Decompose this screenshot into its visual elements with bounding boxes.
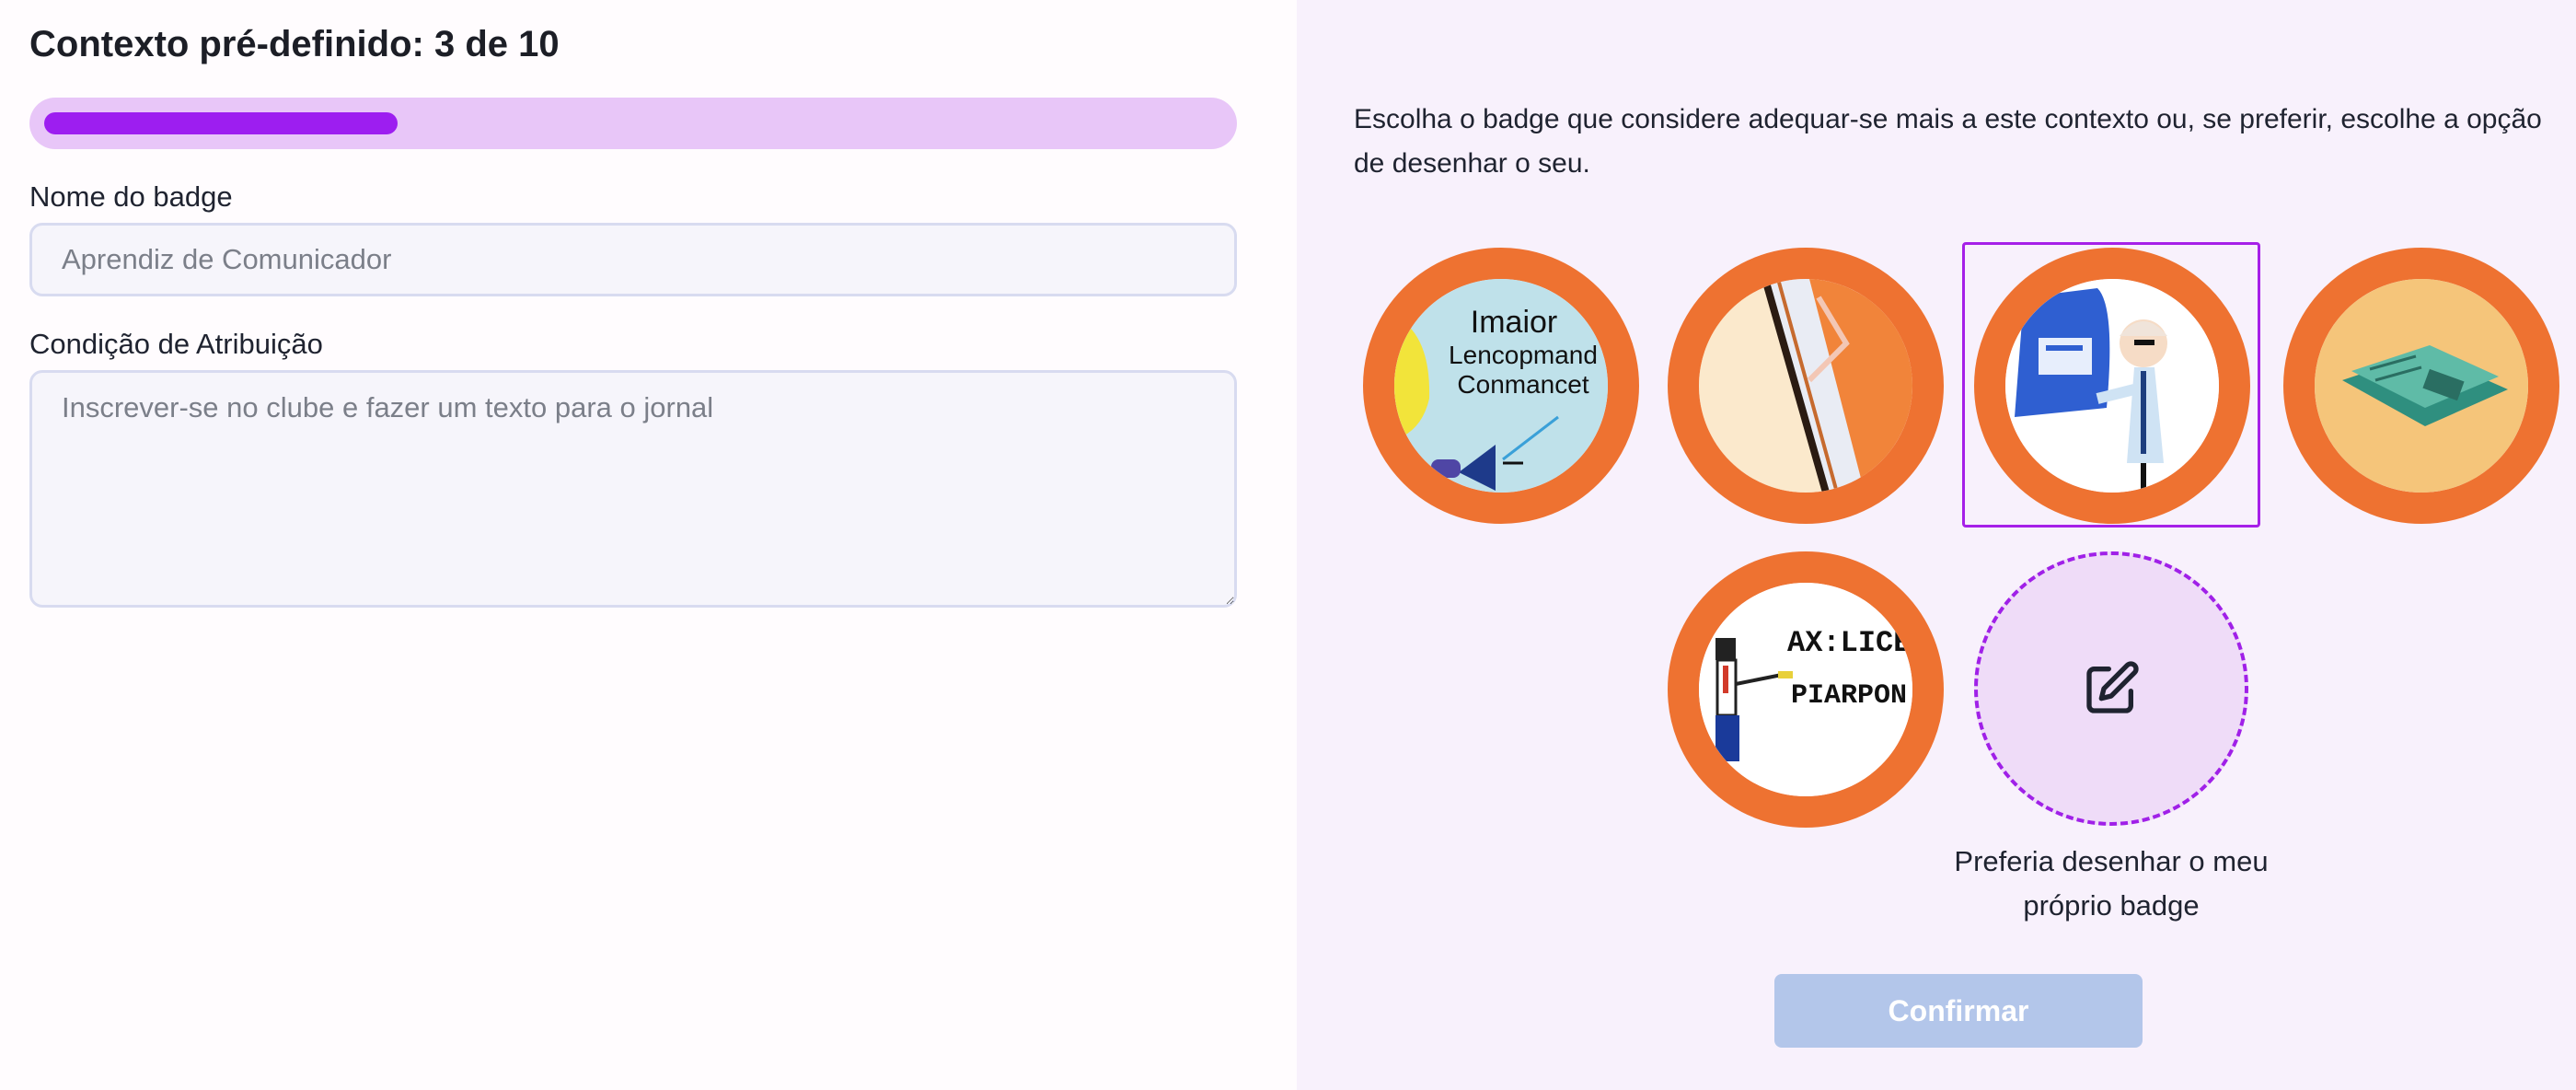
selected-badge-frame xyxy=(1962,242,2260,528)
attribution-condition-textarea[interactable] xyxy=(29,370,1237,608)
page-title: Contexto pré-definido: 3 de 10 xyxy=(29,24,560,64)
badge-name-label: Nome do badge xyxy=(29,180,233,213)
badge-chooser-panel: Escolha o badge que considere adequar-se… xyxy=(1297,0,2576,1090)
attribution-condition-label: Condição de Atribuição xyxy=(29,328,323,360)
confirm-button[interactable]: Confirmar xyxy=(1774,974,2143,1048)
badge-image-text: Imaior xyxy=(1471,305,1557,340)
badge-image-text: AX:LICEN xyxy=(1787,626,1912,660)
badge-editor-page: Contexto pré-definido: 3 de 10 Nome do b… xyxy=(0,0,2576,1090)
badge-image-text: Conmancet xyxy=(1457,370,1588,399)
megaphone-text-badge-image: Imaior Lencopmand Conmancet xyxy=(1394,279,1608,493)
pencil-paper-badge-image xyxy=(1699,279,1912,493)
pixel-teacher-badge-image: AX:LICEN PIARPON xyxy=(1699,583,1912,796)
context-progress-fill xyxy=(44,112,398,134)
badge-option-pixel-teacher[interactable]: AX:LICEN PIARPON xyxy=(1668,551,1944,828)
badge-image-text: PIARPON xyxy=(1791,680,1907,712)
badge-image-text: Lencopmand xyxy=(1449,341,1598,369)
draw-own-badge-button[interactable] xyxy=(1974,551,2248,826)
badge-option-megaphone[interactable]: Imaior Lencopmand Conmancet xyxy=(1363,248,1639,524)
edit-icon xyxy=(2086,661,2139,713)
badge-name-input[interactable] xyxy=(29,223,1237,296)
context-progress-bar xyxy=(29,98,1237,149)
badge-form-panel: Contexto pré-definido: 3 de 10 Nome do b… xyxy=(0,0,1297,1090)
newspaper-badge-image xyxy=(2315,279,2528,493)
badge-option-pencil-paper[interactable] xyxy=(1668,248,1944,524)
draw-own-caption: Preferia desenhar o meu próprio badge xyxy=(1954,845,2269,922)
chooser-instructions: Escolha o badge que considere adequar-se… xyxy=(1354,104,2542,179)
badge-option-newspaper[interactable] xyxy=(2283,248,2559,524)
